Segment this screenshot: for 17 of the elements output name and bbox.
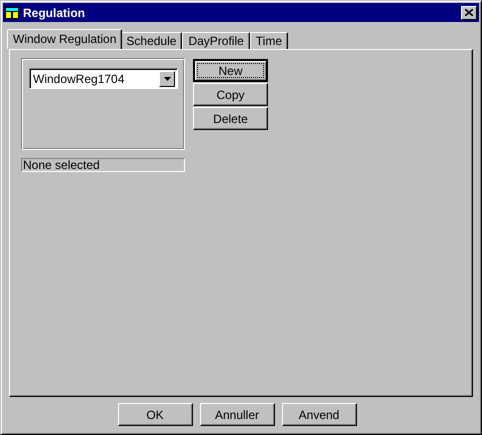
action-button[interactable]: Delete (193, 107, 268, 130)
caret-icon (164, 76, 170, 80)
tab[interactable]: Time (250, 32, 288, 49)
action-button[interactable]: New (193, 59, 268, 82)
tab[interactable]: Window Regulation (7, 29, 122, 49)
dropdown[interactable]: WindowReg1704 (29, 68, 178, 89)
status-field: None selected (21, 158, 185, 172)
tab[interactable]: Schedule (120, 32, 182, 49)
tab[interactable]: DayProfile (182, 32, 250, 49)
action-button[interactable]: Copy (193, 83, 268, 106)
close-icon (465, 9, 473, 16)
close-button[interactable] (461, 6, 477, 20)
app-icon (5, 6, 19, 18)
dialog-button[interactable]: Anvend (282, 403, 356, 426)
dialog-button[interactable]: OK (118, 403, 192, 426)
window-title: Regulation (23, 6, 86, 20)
dialog-button[interactable]: Annuller (200, 403, 274, 426)
